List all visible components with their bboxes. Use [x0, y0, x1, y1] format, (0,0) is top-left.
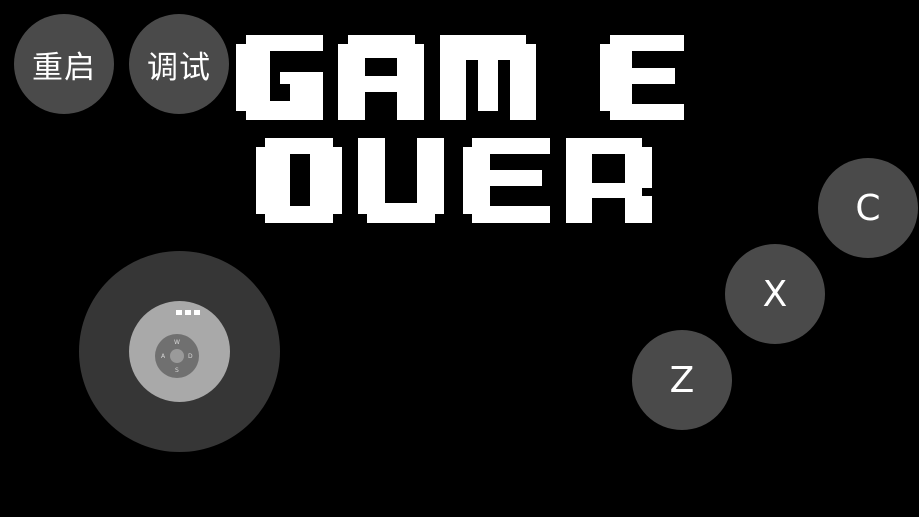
letter-v: [358, 138, 444, 223]
letter-r: [566, 138, 652, 223]
c-button-label: C: [855, 187, 881, 229]
debug-button-label: 调试: [147, 49, 211, 86]
x-button-label: X: [762, 273, 788, 315]
x-button[interactable]: X: [725, 244, 825, 344]
z-button[interactable]: Z: [632, 330, 732, 430]
debug-button[interactable]: 调试: [129, 14, 229, 114]
letter-e-2: [463, 138, 550, 223]
restart-button[interactable]: 重启: [14, 14, 114, 114]
dpad-center: [170, 349, 184, 363]
letter-e: [600, 35, 684, 120]
restart-button-label: 重启: [32, 49, 96, 86]
dpad-down-label: S: [175, 367, 179, 374]
c-button[interactable]: C: [818, 158, 918, 258]
letter-m: [440, 35, 536, 120]
game-over-pixel-art: [236, 35, 684, 223]
letter-o: [256, 138, 342, 223]
letter-g: [236, 35, 323, 120]
z-button-label: Z: [669, 359, 695, 401]
dpad-up-label: W: [174, 339, 180, 346]
dpad-right-label: D: [188, 353, 193, 360]
three-dots-icon: [176, 310, 200, 316]
game-over-title: GAME OVER: [230, 28, 690, 232]
letter-a: [338, 35, 424, 120]
dpad-left-label: A: [161, 353, 166, 360]
